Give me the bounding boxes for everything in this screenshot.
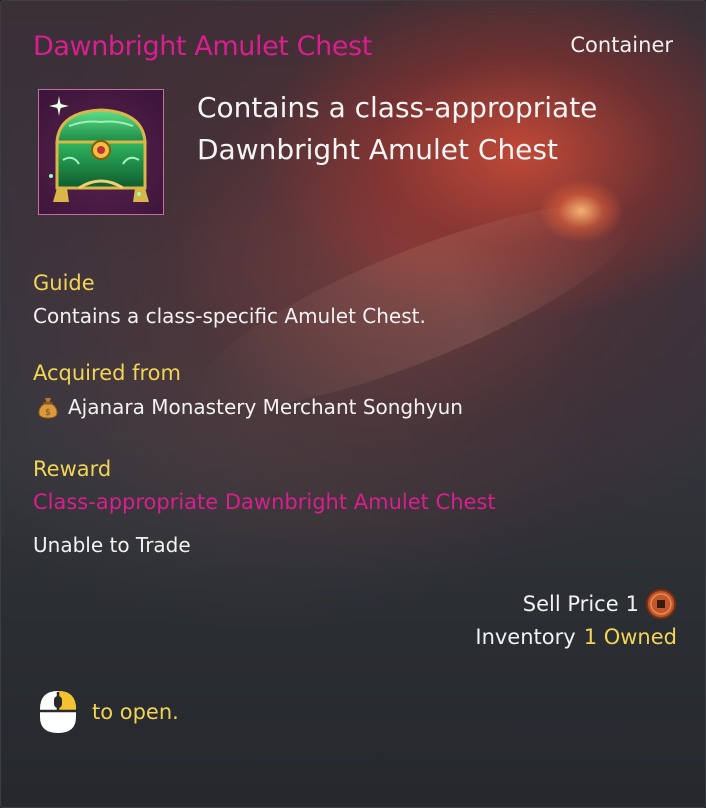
green-treasure-chest-icon bbox=[49, 96, 149, 202]
inventory-label: Inventory bbox=[475, 625, 576, 649]
guide-text: Contains a class-specific Amulet Chest. bbox=[33, 304, 426, 328]
open-hint: to open. bbox=[37, 689, 179, 735]
guide-heading: Guide bbox=[33, 271, 95, 295]
inventory-row: Inventory 1 Owned bbox=[475, 625, 677, 649]
summary-line-1: Contains a class-appropriate bbox=[197, 91, 598, 124]
item-tooltip: Dawnbright Amulet Chest Container Contai… bbox=[0, 0, 706, 808]
acquired-source-row[interactable]: $ Ajanara Monastery Merchant Songhyun bbox=[37, 395, 463, 419]
sell-price-row: Sell Price 1 bbox=[523, 588, 677, 620]
sell-price-label: Sell Price bbox=[522, 592, 619, 616]
item-icon-frame[interactable] bbox=[38, 89, 164, 215]
mouse-right-click-icon bbox=[40, 691, 76, 733]
reward-item: Class-appropriate Dawnbright Amulet Ches… bbox=[33, 490, 496, 514]
item-category: Container bbox=[570, 33, 673, 57]
acquired-heading: Acquired from bbox=[33, 361, 181, 385]
reward-heading: Reward bbox=[33, 457, 112, 481]
background-glow bbox=[541, 181, 621, 241]
owned-count: 1 Owned bbox=[583, 625, 677, 649]
acquired-source: Ajanara Monastery Merchant Songhyun bbox=[68, 395, 463, 419]
copper-coin-icon bbox=[646, 589, 676, 619]
trade-status: Unable to Trade bbox=[33, 533, 191, 557]
item-summary: Contains a class-appropriate Dawnbright … bbox=[197, 87, 667, 171]
item-name: Dawnbright Amulet Chest bbox=[33, 31, 372, 62]
open-hint-text: to open. bbox=[92, 700, 179, 724]
svg-text:$: $ bbox=[45, 408, 51, 418]
money-bag-icon: $ bbox=[38, 398, 58, 419]
summary-line-2: Dawnbright Amulet Chest bbox=[197, 133, 558, 166]
sell-price-value: 1 bbox=[625, 592, 639, 616]
